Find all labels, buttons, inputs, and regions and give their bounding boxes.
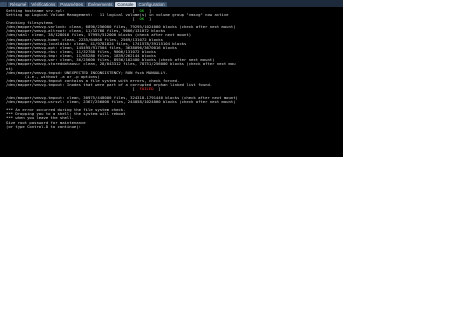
console-line-text: (or type Control-D to continue): [6,123,81,129]
console-output[interactable]: Setting hostname srv-rpl: [ OK ] Setting … [0,7,343,157]
console-line: /dev/mapper/vmsvg-storeddataosu: clean, … [6,62,236,66]
status-failed: FAILED [139,86,154,92]
console-line-text: /dev/mapper/vmsvg-storeddataosu: clean, … [6,61,236,67]
status-badge: [ FAILED ] [6,86,161,92]
tab-bar: Résumé Vérifications Paramètres Événements C… [0,0,343,7]
status-ok: OK [139,15,145,21]
console-line-text: /dev/mapper/vmsvg-usrsvl: clean, 2367/25… [6,98,236,104]
console-line: [ FAILED ] [6,86,161,92]
console-line: /dev/mapper/vmsvg-usrsvl: clean, 2367/25… [6,98,236,104]
console-line: (or type Control-D to continue): [6,123,81,129]
